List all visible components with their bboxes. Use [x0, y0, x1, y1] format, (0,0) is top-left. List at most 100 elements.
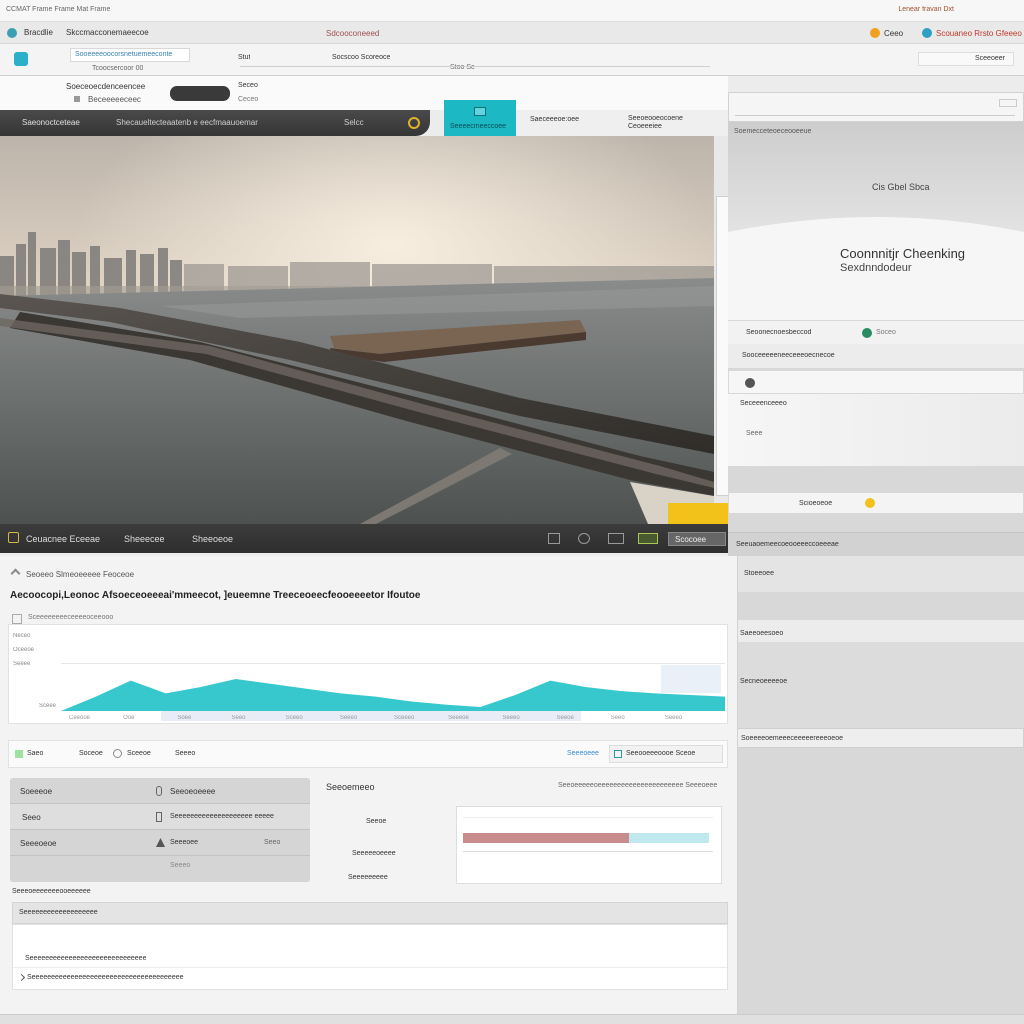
right-panel-row-1[interactable]: Seoonecnoesbeccod Soceo [728, 320, 1024, 344]
area-chart: Neceo Oceeoe Seeee Sceee Ceeooe Ooe Soee Se… [8, 624, 728, 724]
tool-2[interactable]: Soceoe [79, 750, 103, 757]
tool-3[interactable]: Sceeoe [127, 750, 151, 757]
tab-2[interactable]: Skccmacconemaeecoe [66, 28, 149, 37]
right-panel-row-3[interactable] [728, 370, 1024, 394]
preview-hint: Seeoeeeeeoeeeeeeeeeeeeeeeeeeeeee Seeeoee… [558, 782, 718, 789]
preview-divider [463, 851, 713, 852]
chart-x-tick-label: Seeeo [339, 715, 358, 721]
fullscreen-button[interactable]: Scocoee [668, 532, 726, 546]
right-row-5-status-icon [865, 498, 875, 508]
chart-x-tick-label: Seeeoe [448, 715, 469, 721]
caption-icon[interactable] [608, 533, 624, 544]
right-panel-row-9[interactable]: Secneoeeeeoe [728, 642, 1024, 728]
player-header-num: Selcc [344, 118, 364, 127]
section-bar[interactable]: Seeeeeeeeeeeeeeeeeee [12, 902, 728, 924]
right-panel-row-10[interactable]: Soeeeeoemeeeceeeeereeeoeoe [728, 728, 1024, 748]
right-panel-row-5[interactable]: Scioeoeoe [728, 492, 1024, 514]
preview-divider-top [463, 817, 713, 818]
player-header-left[interactable]: Saeonoctceteae [22, 118, 80, 127]
title-bar: CCMAT Frame Frame Mat Frame Lenear frava… [0, 0, 1024, 22]
settings-row-1-value: Seeeeeeeeeeeeeeeeeeee eeeee [170, 813, 274, 820]
address-bar: Sooeeeeoocorsnetuemeeconte Tcoocsercoor … [0, 44, 1024, 76]
chart-y-label-4: Sceee [39, 703, 57, 709]
video-controls: Ceuacnee Eceeae Sheeecee Sheeoeoe Scocoe… [0, 524, 732, 553]
breadcrumb-icon[interactable] [10, 568, 21, 579]
tools-right-link[interactable]: Seeeoeee [567, 750, 599, 757]
tab-right-2[interactable]: Scouaneo Rrsto Gfeeeo [936, 29, 1022, 38]
right-panel-row-4[interactable]: Seceeenceeeo Seee [728, 394, 1024, 466]
search-box[interactable]: Sceeoeer [918, 52, 1014, 66]
tools-bar: Saeo Soceoe Sceeoe Seeeo Seeeoeee Seeooe… [8, 740, 728, 768]
right-panel-row-8[interactable]: Saeeoeesoeo [728, 620, 1024, 642]
tool-1-icon[interactable] [15, 750, 23, 758]
profile-icon[interactable] [922, 28, 932, 38]
right-panel-row-7[interactable]: Stoeeoee [728, 556, 1024, 592]
toolbar-line-2: Beceeeeeceec [88, 95, 141, 104]
control-item-1[interactable]: Ceuacnee Eceeae [26, 534, 100, 544]
control-item-2[interactable]: Sheeecee [124, 534, 165, 544]
settings-row-2[interactable]: Seeeoeoe Seeeoee Seeo [10, 830, 310, 856]
site-icon [14, 52, 28, 66]
tools-right-box[interactable]: Seeooeeeoooe Sceoe [609, 745, 723, 763]
toolbar-bullet-icon [74, 96, 80, 102]
breadcrumb[interactable]: Seoeeo Slmeoeeeee Feoceoe [26, 570, 134, 579]
preview-bar-teal [629, 833, 709, 843]
right-row-5-label: Scioeoeoe [799, 500, 833, 507]
preview-title: Seeoemeeo [326, 782, 375, 792]
tab-right-1[interactable]: Ceeo [884, 29, 903, 38]
tool-4[interactable]: Seeeo [175, 750, 195, 757]
settings-row-3[interactable]: Seeeo [10, 856, 310, 882]
url-input[interactable]: Sooeeeeoocorsnetuemeeconte [70, 48, 190, 62]
section-divider [13, 967, 727, 968]
toolbar-mini-2: Ceceo [238, 96, 259, 103]
section-bar-label: Seeeeeeeeeeeeeeeeeee [19, 909, 98, 916]
right-row-1-status-icon [862, 328, 872, 338]
settings-head-right: Seeoeoeeee [170, 787, 216, 796]
window-title: CCMAT Frame Frame Mat Frame [6, 6, 111, 13]
grid-icon[interactable] [548, 533, 560, 544]
right-row-4-label: Seee [746, 430, 763, 437]
tool-3-icon[interactable] [113, 749, 122, 758]
volume-icon[interactable] [578, 533, 590, 544]
player-settings-icon[interactable] [408, 117, 420, 129]
right-row-6-label: Seeuaoemeecoeooeeeccoeeeae [736, 541, 839, 548]
tab-center[interactable]: Sdcooconeeed [326, 29, 379, 38]
status-bar [0, 1014, 1024, 1024]
right-panel-header [728, 92, 1024, 122]
settings-title: Soeeeoe [20, 787, 53, 796]
tool-1[interactable]: Saeo [27, 750, 43, 757]
quality-icon[interactable] [638, 533, 658, 544]
section-label: Seeeoeeeeeeeooeeeeee [12, 888, 91, 895]
settings-row-1-icon [156, 812, 162, 822]
control-item-3[interactable]: Sheeoeoe [192, 534, 233, 544]
play-icon[interactable] [8, 532, 19, 543]
section-item-2[interactable]: Seeeeeeeeeeeeeeeeeeeeeeeeeeeeeeeeeeeeeee [27, 974, 184, 981]
header-right: Saeceeeoe:oee Seeoeooeocoene Ceoeeeiee [516, 110, 728, 136]
video-frame[interactable] [0, 136, 714, 524]
preview-label-2: Seeeeeoeeee [352, 850, 396, 857]
address-mid-1: Stut [238, 54, 251, 61]
teal-tab[interactable]: Seeeecmeeccoee [444, 100, 516, 139]
section-body: Seeeeeeeeeeeeeeeeeeeeeeeeeeeeee Seeeeeee… [12, 924, 728, 990]
settings-row-1[interactable]: Seeo Seeeeeeeeeeeeeeeeeeee eeeee [10, 804, 310, 830]
right-row-2-label: Sooceeeeeneeceeeoecnecoe [742, 352, 835, 359]
address-divider [240, 66, 710, 67]
settings-filter-icon[interactable] [156, 786, 162, 796]
right-panel-close-icon[interactable] [999, 99, 1017, 107]
right-panel-row-2[interactable]: Sooceeeeeneeceeeoecnecoe [728, 344, 1024, 368]
player-header: Saeonoctceteae Shecaueltecteaatenb e eec… [0, 110, 430, 136]
section-item-1[interactable]: Seeeeeeeeeeeeeeeeeeeeeeeeeeeeee [25, 955, 146, 962]
url-sub: Tcoocsercoor 00 [92, 65, 144, 72]
settings-row-1-label: Seeo [22, 813, 41, 822]
tab-bar: Bracdlie Skccmacconemaeecoe Sdcooconeeed… [0, 22, 1024, 44]
tab-1[interactable]: Bracdlie [24, 28, 53, 37]
toolbar-pill-button[interactable] [170, 86, 230, 101]
preview-box[interactable] [456, 806, 722, 884]
header-right-1: Saeceeeoe:oee [530, 116, 580, 123]
toolbar-line-1: Soeceoecdenceencee [66, 82, 146, 91]
settings-header: Soeeeoe Seeoeoeeee [10, 778, 310, 804]
right-panel-row-6[interactable]: Seeuaoemeecoeooeeeccoeeeae [728, 532, 1024, 556]
header-right-2: Seeoeooeocoene Ceoeeeiee [628, 115, 683, 130]
section-chevron-icon[interactable] [17, 973, 26, 982]
sub-toolbar: Soeceoecdenceencee Beceeeeeceec Seceo Ce… [0, 76, 728, 110]
